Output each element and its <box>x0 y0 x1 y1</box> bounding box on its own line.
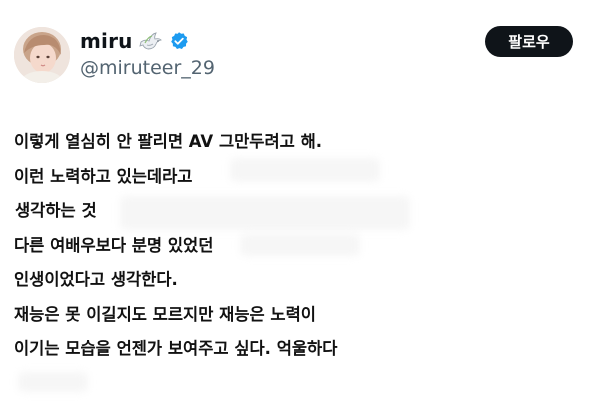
display-name[interactable]: miru <box>80 29 133 53</box>
blurred-overlay <box>18 372 88 392</box>
follow-button[interactable]: 팔로우 <box>485 26 573 57</box>
blurred-overlay <box>120 196 410 230</box>
user-handle[interactable]: @miruteer_29 <box>80 57 215 79</box>
post-line: 이기는 모습을 언젠가 보여주고 싶다. 억울하다 <box>14 339 338 358</box>
avatar[interactable] <box>14 27 70 83</box>
post-line: 이렇게 열심히 안 팔리면 AV 그만두려고 해. <box>14 132 323 151</box>
dove-icon <box>138 30 163 52</box>
post-line: 다른 여배우보다 분명 있었던 <box>14 236 214 255</box>
post-line: 생각하는 것 <box>15 201 97 220</box>
verified-icon[interactable] <box>169 31 189 51</box>
blurred-overlay <box>230 158 380 182</box>
display-name-row: miru <box>80 28 189 54</box>
post-line: 인생이었다고 생각한다. <box>14 270 178 289</box>
blurred-overlay <box>240 234 360 256</box>
post-line: 이런 노력하고 있는데라고 <box>14 167 193 186</box>
post-line: 재능은 못 이길지도 모르지만 재능은 노력이 <box>14 305 316 324</box>
post-card: miru @miruteer_29 팔로우 이렇게 열심히 안 팔리면 AV 그… <box>0 0 600 409</box>
